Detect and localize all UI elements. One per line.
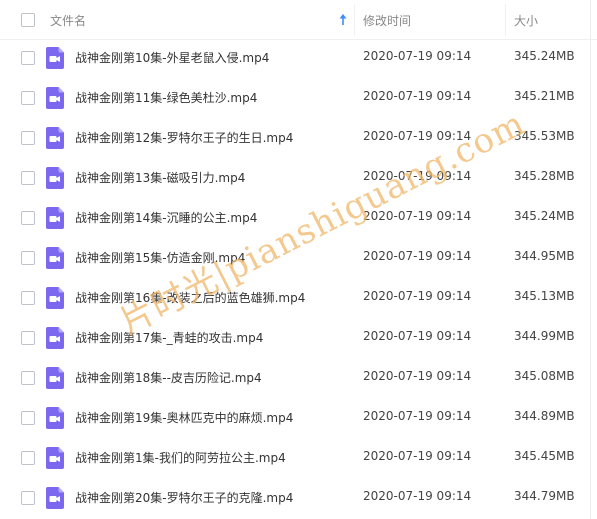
file-row[interactable]: 战神金刚第12集-罗特尔王子的生日.mp4 2020-07-19 09:14 345…	[0, 118, 597, 158]
file-checkbox[interactable]	[21, 211, 35, 225]
file-name[interactable]: 战神金刚第13集-磁吸引力.mp4	[75, 169, 245, 186]
column-header-size[interactable]: 大小	[514, 12, 538, 29]
file-size: 345.53MB	[514, 129, 575, 143]
file-modified-time: 2020-07-19 09:14	[363, 449, 472, 463]
file-list: 文件名 修改时间 大小 战神金刚第10集-外星老鼠入侵.mp4 2020-07-1…	[0, 0, 597, 519]
file-size: 345.08MB	[514, 369, 575, 383]
file-modified-time: 2020-07-19 09:14	[363, 89, 472, 103]
file-size: 344.89MB	[514, 409, 575, 423]
sort-ascending-arrow-icon[interactable]	[339, 13, 347, 26]
video-file-icon[interactable]	[46, 287, 64, 309]
file-checkbox[interactable]	[21, 371, 35, 385]
file-row[interactable]: 战神金刚第11集-绿色美杜沙.mp4 2020-07-19 09:14 345.21…	[0, 78, 597, 118]
file-name[interactable]: 战神金刚第17集-_青蛙的攻击.mp4	[75, 329, 263, 346]
file-row[interactable]: 战神金刚第15集-仿造金刚.mp4 2020-07-19 09:14 344.95M…	[0, 238, 597, 278]
file-row[interactable]: 战神金刚第10集-外星老鼠入侵.mp4 2020-07-19 09:14 345.2…	[0, 38, 597, 78]
file-name[interactable]: 战神金刚第11集-绿色美杜沙.mp4	[75, 89, 257, 106]
file-row[interactable]: 战神金刚第18集--皮吉历险记.mp4 2020-07-19 09:14 345.0…	[0, 358, 597, 398]
video-file-icon[interactable]	[46, 327, 64, 349]
file-size: 345.24MB	[514, 209, 575, 223]
file-checkbox[interactable]	[21, 91, 35, 105]
list-header: 文件名 修改时间 大小	[0, 0, 597, 40]
file-checkbox[interactable]	[21, 331, 35, 345]
file-row[interactable]: 战神金刚第14集-沉睡的公主.mp4 2020-07-19 09:14 345.24…	[0, 198, 597, 238]
scrollbar-track[interactable]	[590, 0, 591, 519]
file-row[interactable]: 战神金刚第13集-磁吸引力.mp4 2020-07-19 09:14 345.28M…	[0, 158, 597, 198]
column-header-name[interactable]: 文件名	[50, 12, 86, 29]
file-modified-time: 2020-07-19 09:14	[363, 169, 472, 183]
video-file-icon[interactable]	[46, 207, 64, 229]
file-modified-time: 2020-07-19 09:14	[363, 209, 472, 223]
file-row[interactable]: 战神金刚第20集-罗特尔王子的克隆.mp4 2020-07-19 09:14 344…	[0, 478, 597, 518]
video-file-icon[interactable]	[46, 167, 64, 189]
file-checkbox[interactable]	[21, 131, 35, 145]
file-row[interactable]: 战神金刚第1集-我们的阿劳拉公主.mp4 2020-07-19 09:14 345.…	[0, 438, 597, 478]
video-file-icon[interactable]	[46, 407, 64, 429]
file-name[interactable]: 战神金刚第1集-我们的阿劳拉公主.mp4	[75, 449, 286, 466]
video-file-icon[interactable]	[46, 127, 64, 149]
file-size: 345.13MB	[514, 289, 575, 303]
column-divider	[354, 4, 355, 36]
file-name[interactable]: 战神金刚第19集-奥林匹克中的麻烦.mp4	[75, 409, 293, 426]
file-modified-time: 2020-07-19 09:14	[363, 249, 472, 263]
file-checkbox[interactable]	[21, 291, 35, 305]
file-checkbox[interactable]	[21, 51, 35, 65]
column-header-modified-time[interactable]: 修改时间	[363, 12, 411, 29]
file-checkbox[interactable]	[21, 171, 35, 185]
file-size: 345.28MB	[514, 169, 575, 183]
file-modified-time: 2020-07-19 09:14	[363, 409, 472, 423]
file-size: 344.79MB	[514, 489, 575, 503]
file-name[interactable]: 战神金刚第12集-罗特尔王子的生日.mp4	[75, 129, 293, 146]
file-size: 345.45MB	[514, 449, 575, 463]
select-all-checkbox[interactable]	[21, 13, 35, 27]
file-modified-time: 2020-07-19 09:14	[363, 49, 472, 63]
file-size: 345.24MB	[514, 49, 575, 63]
file-name[interactable]: 战神金刚第10集-外星老鼠入侵.mp4	[75, 49, 269, 66]
file-rows: 战神金刚第10集-外星老鼠入侵.mp4 2020-07-19 09:14 345.2…	[0, 38, 597, 518]
file-size: 344.95MB	[514, 249, 575, 263]
file-checkbox[interactable]	[21, 451, 35, 465]
file-modified-time: 2020-07-19 09:14	[363, 289, 472, 303]
video-file-icon[interactable]	[46, 367, 64, 389]
file-row[interactable]: 战神金刚第19集-奥林匹克中的麻烦.mp4 2020-07-19 09:14 344…	[0, 398, 597, 438]
file-modified-time: 2020-07-19 09:14	[363, 329, 472, 343]
file-modified-time: 2020-07-19 09:14	[363, 129, 472, 143]
file-checkbox[interactable]	[21, 491, 35, 505]
file-name[interactable]: 战神金刚第16集-改装之后的蓝色雄狮.mp4	[75, 289, 305, 306]
file-name[interactable]: 战神金刚第18集--皮吉历险记.mp4	[75, 369, 262, 386]
column-divider	[505, 4, 506, 36]
video-file-icon[interactable]	[46, 87, 64, 109]
video-file-icon[interactable]	[46, 47, 64, 69]
file-size: 344.99MB	[514, 329, 575, 343]
video-file-icon[interactable]	[46, 487, 64, 509]
file-name[interactable]: 战神金刚第20集-罗特尔王子的克隆.mp4	[75, 489, 293, 506]
file-checkbox[interactable]	[21, 251, 35, 265]
video-file-icon[interactable]	[46, 447, 64, 469]
file-modified-time: 2020-07-19 09:14	[363, 369, 472, 383]
file-name[interactable]: 战神金刚第15集-仿造金刚.mp4	[75, 249, 245, 266]
file-name[interactable]: 战神金刚第14集-沉睡的公主.mp4	[75, 209, 257, 226]
file-modified-time: 2020-07-19 09:14	[363, 489, 472, 503]
file-checkbox[interactable]	[21, 411, 35, 425]
file-row[interactable]: 战神金刚第16集-改装之后的蓝色雄狮.mp4 2020-07-19 09:14 34…	[0, 278, 597, 318]
file-row[interactable]: 战神金刚第17集-_青蛙的攻击.mp4 2020-07-19 09:14 344.9…	[0, 318, 597, 358]
file-size: 345.21MB	[514, 89, 575, 103]
video-file-icon[interactable]	[46, 247, 64, 269]
